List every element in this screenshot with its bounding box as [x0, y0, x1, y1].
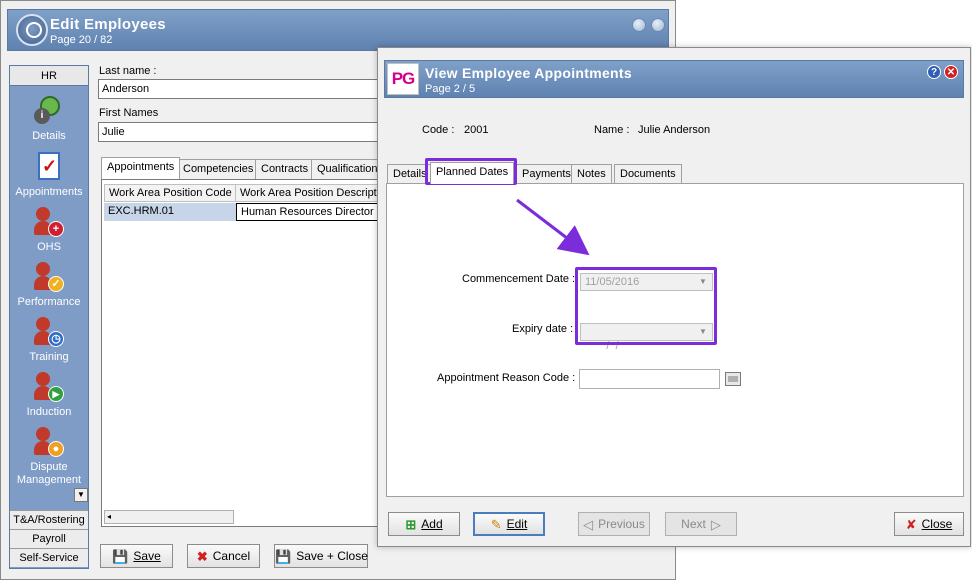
tab-appointments[interactable]: Appointments [101, 157, 181, 179]
annotation-arrow [516, 198, 590, 256]
tab-planned-dates[interactable]: Planned Dates [430, 162, 515, 184]
